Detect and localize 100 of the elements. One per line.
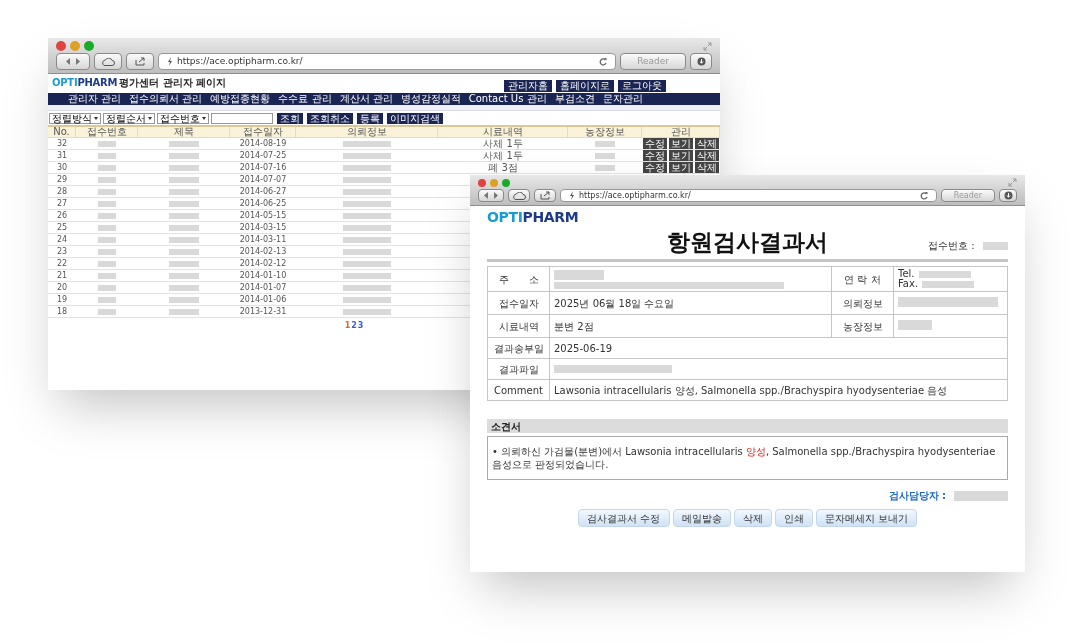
blur-mask (169, 224, 199, 231)
cloud-button[interactable] (508, 189, 530, 202)
nav-item[interactable]: 예방접종현황 (210, 94, 271, 104)
row-action-button[interactable]: 삭제 (695, 162, 719, 173)
nav-item[interactable]: 수수료 관리 (278, 94, 332, 104)
sort-select[interactable]: 정렬방식 (49, 113, 101, 124)
blur-mask (343, 272, 391, 279)
row-action-button[interactable]: 삭제 (695, 150, 719, 161)
header-button[interactable]: 관리자홈 (504, 79, 552, 92)
back-forward-button[interactable] (478, 189, 504, 202)
close-icon[interactable] (56, 41, 66, 51)
date-cell: 2014-03-15 (239, 223, 287, 232)
field-label: 결과송부일 (487, 337, 550, 359)
share-button[interactable] (534, 189, 556, 202)
blur-mask (343, 152, 391, 159)
field-label: 연 락 처 (831, 266, 894, 292)
row-action-button[interactable]: 보기 (669, 162, 693, 173)
field-label: 결과파일 (487, 358, 550, 380)
download-button[interactable] (999, 189, 1017, 202)
page-link[interactable]: 3 (357, 322, 364, 330)
row-number: 22 (56, 259, 68, 268)
column-header: 농장정보 (584, 127, 625, 137)
reload-icon[interactable] (919, 191, 928, 200)
row-number: 18 (56, 307, 68, 316)
blur-mask (169, 296, 199, 303)
field-label: 시료내역 (487, 314, 550, 338)
blur-mask (98, 200, 116, 207)
action-button[interactable]: 인쇄 (774, 509, 813, 527)
header-button[interactable]: 로그아웃 (618, 79, 666, 92)
zoom-icon[interactable] (502, 178, 510, 187)
sort-select[interactable]: 접수번호 (157, 113, 209, 124)
column-header: 의뢰정보 (346, 127, 387, 137)
minimize-icon[interactable] (70, 41, 80, 51)
filter-button[interactable]: 등록 (357, 113, 383, 124)
header-button[interactable]: 홈페이지로 (556, 79, 614, 92)
row-action-button[interactable]: 수정 (643, 162, 667, 173)
page-link[interactable]: 2 (351, 322, 357, 330)
blur-mask (343, 248, 391, 255)
close-icon[interactable] (478, 178, 486, 187)
blur-mask (343, 296, 391, 303)
share-button[interactable] (126, 53, 154, 70)
nav-item[interactable]: 병성감정실적 (400, 94, 461, 104)
filter-button[interactable]: 이미지검색 (387, 113, 443, 124)
row-number: 21 (56, 271, 68, 280)
blur-mask (982, 241, 1008, 250)
blur-mask (169, 140, 199, 147)
nav-item[interactable]: 문자관리 (602, 94, 643, 104)
reload-icon[interactable] (599, 57, 608, 66)
sort-select[interactable]: 정렬순서 (103, 113, 155, 124)
action-button[interactable]: 검사결과서 수정 (578, 509, 670, 527)
column-header: 시료내역 (482, 127, 523, 137)
filter-button[interactable]: 조회취소 (307, 113, 353, 124)
row-number: 32 (56, 139, 68, 148)
blur-mask (98, 248, 116, 255)
nav-item[interactable]: 부검소견 (554, 94, 595, 104)
row-action-button[interactable]: 삭제 (695, 138, 719, 149)
nav-item[interactable]: 관리자 관리 (68, 94, 122, 104)
field-label: 농장정보 (831, 314, 894, 338)
address-bar[interactable]: https://ace.optipharm.co.kr/ (158, 53, 617, 70)
expand-icon[interactable] (703, 41, 712, 51)
minimize-icon[interactable] (490, 178, 498, 187)
tel-label: Tel. (898, 269, 915, 279)
cloud-button[interactable] (94, 53, 122, 70)
action-button[interactable]: 삭제 (733, 509, 772, 527)
fax-label: Fax. (898, 279, 919, 289)
nav-item[interactable]: Contact Us 관리 (468, 94, 547, 104)
blur-mask (343, 176, 391, 183)
expand-icon[interactable] (1008, 178, 1017, 187)
field-label: Comment (487, 379, 550, 401)
action-button[interactable]: 메일발송 (672, 509, 731, 527)
nav-item[interactable]: 접수의뢰서 관리 (129, 94, 203, 104)
blur-mask (169, 236, 199, 243)
column-header: 접수번호 (86, 127, 127, 137)
blur-mask (169, 188, 199, 195)
opinion-text: • 의뢰하신 가검물(분변)에서 Lawsonia intracellularis 양성, Salmonella spp./Brachyspira hyodysenteriae 음성으로 판정되었습니다. (492, 445, 997, 471)
address-bar[interactable]: https://ace.optipharm.co.kr/ (560, 189, 937, 202)
nav-item[interactable]: 계산서 관리 (339, 94, 393, 104)
column-header: No. (53, 127, 70, 137)
column-header: 접수일자 (242, 127, 283, 137)
filter-button[interactable]: 조회 (277, 113, 303, 124)
page-link[interactable]: 1 (344, 322, 351, 330)
row-action-button[interactable]: 수정 (643, 150, 667, 161)
blur-mask (169, 176, 199, 183)
field-label: 접수일자 (487, 291, 550, 315)
blur-mask (343, 308, 391, 315)
inspector-label: 검사담당자 : (888, 489, 946, 503)
zoom-icon[interactable] (84, 41, 94, 51)
search-field[interactable] (211, 113, 273, 124)
row-action-button[interactable]: 수정 (643, 138, 667, 149)
download-button[interactable] (690, 53, 712, 70)
column-header: 제목 (173, 127, 194, 137)
blur-mask (98, 284, 116, 291)
row-action-button[interactable]: 보기 (669, 138, 693, 149)
date-cell: 2014-05-15 (239, 211, 287, 220)
action-button[interactable]: 문자메세지 보내기 (815, 509, 917, 527)
back-forward-button[interactable] (56, 53, 90, 70)
date-cell: 2014-02-12 (239, 259, 287, 268)
date-cell: 2014-07-07 (239, 175, 287, 184)
field-value: 2025-06-19 (554, 342, 613, 354)
row-action-button[interactable]: 보기 (669, 150, 693, 161)
